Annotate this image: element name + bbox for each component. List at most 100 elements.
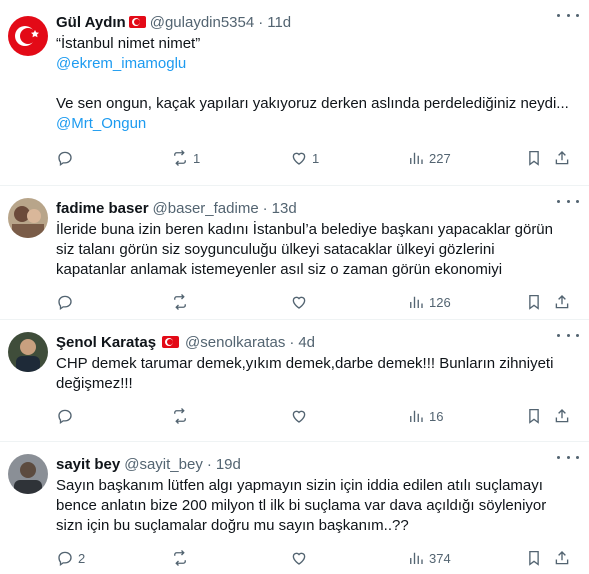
views-count: 126 bbox=[429, 294, 451, 310]
text-line: kapatanlar anlamak istemeyenler asıl siz… bbox=[56, 261, 503, 278]
timestamp[interactable]: 19d bbox=[216, 456, 241, 473]
reply-feed: Gül Aydın @gulaydin5354 · 11d “İstanbul … bbox=[0, 0, 589, 574]
separator: · bbox=[258, 13, 264, 31]
share-button[interactable] bbox=[553, 407, 571, 425]
bookmark-icon bbox=[525, 407, 543, 425]
mention-link[interactable]: @ekrem_imamoglu bbox=[56, 54, 589, 74]
like-button[interactable] bbox=[290, 407, 312, 425]
reposts-count: 1 bbox=[193, 150, 201, 166]
reply-icon bbox=[56, 549, 74, 567]
separator: · bbox=[206, 455, 212, 473]
display-name[interactable]: Şenol Karataş bbox=[56, 334, 156, 351]
views-button[interactable]: 227 bbox=[407, 149, 451, 167]
action-bar: 2 374 bbox=[56, 548, 589, 568]
bookmark-button[interactable] bbox=[525, 549, 543, 567]
share-button[interactable] bbox=[553, 293, 571, 311]
timestamp[interactable]: 4d bbox=[298, 334, 315, 351]
reply-button[interactable] bbox=[56, 149, 78, 167]
separator: · bbox=[262, 199, 268, 217]
tweet-text: CHP demek tarumar demek,yıkım demek,darb… bbox=[56, 354, 589, 394]
text-line: siz talanı görün siz soygunculuğu ülkeyi… bbox=[56, 241, 495, 258]
like-button[interactable] bbox=[290, 293, 312, 311]
bookmark-button[interactable] bbox=[525, 407, 543, 425]
timestamp[interactable]: 11d bbox=[267, 14, 291, 31]
turkey-flag-icon bbox=[162, 336, 180, 348]
repost-button[interactable]: 1 bbox=[171, 149, 200, 167]
username[interactable]: @sayit_bey bbox=[124, 456, 203, 473]
reply-icon bbox=[56, 407, 74, 425]
avatar[interactable] bbox=[8, 332, 48, 372]
like-icon bbox=[290, 293, 308, 311]
username[interactable]: @senolkaratas bbox=[185, 334, 285, 351]
views-count: 374 bbox=[429, 550, 451, 566]
username[interactable]: @gulaydin5354 bbox=[150, 14, 254, 31]
views-icon bbox=[407, 407, 425, 425]
repost-button[interactable] bbox=[171, 549, 193, 567]
like-button[interactable] bbox=[290, 549, 312, 567]
reply-icon bbox=[56, 149, 74, 167]
repost-button[interactable] bbox=[171, 407, 193, 425]
like-icon bbox=[290, 407, 308, 425]
action-bar: 16 bbox=[56, 406, 589, 426]
like-button[interactable]: 1 bbox=[290, 149, 319, 167]
text-line: “İstanbul nimet nimet” bbox=[56, 35, 201, 52]
bookmark-button[interactable] bbox=[525, 149, 543, 167]
display-name[interactable]: sayit bey bbox=[56, 456, 120, 473]
repost-button[interactable] bbox=[171, 293, 193, 311]
text-line: değişmez!!! bbox=[56, 375, 133, 392]
reply-button[interactable] bbox=[56, 407, 78, 425]
reply-icon bbox=[56, 293, 74, 311]
share-button[interactable] bbox=[553, 149, 571, 167]
text-line: CHP demek tarumar demek,yıkım demek,darb… bbox=[56, 355, 554, 372]
avatar[interactable] bbox=[8, 16, 48, 56]
views-button[interactable]: 374 bbox=[407, 549, 451, 567]
share-icon bbox=[553, 549, 571, 567]
repost-icon bbox=[171, 293, 189, 311]
bookmark-icon bbox=[525, 549, 543, 567]
text-line: Ve sen ongun, kaçak yapıları yakıyoruz d… bbox=[56, 95, 569, 112]
like-icon bbox=[290, 149, 308, 167]
tweet[interactable]: Şenol Karataş @senolkaratas · 4d CHP dem… bbox=[0, 320, 589, 442]
timestamp[interactable]: 13d bbox=[272, 200, 297, 217]
views-count: 227 bbox=[429, 150, 451, 166]
bookmark-button[interactable] bbox=[525, 293, 543, 311]
replies-count: 2 bbox=[78, 550, 86, 566]
mention-link[interactable]: @Mrt_Ongun bbox=[56, 114, 589, 134]
username[interactable]: @baser_fadime bbox=[153, 200, 259, 217]
avatar[interactable] bbox=[8, 198, 48, 238]
display-name[interactable]: fadime baser bbox=[56, 200, 149, 217]
tweet-text: “İstanbul nimet nimet” @ekrem_imamoglu V… bbox=[56, 34, 589, 134]
views-icon bbox=[407, 293, 425, 311]
views-count: 16 bbox=[429, 408, 444, 424]
bookmark-icon bbox=[525, 293, 543, 311]
bookmark-icon bbox=[525, 149, 543, 167]
text-line: Sayın başkanım lütfen algı yapmayın sizi… bbox=[56, 477, 543, 494]
more-icon[interactable] bbox=[557, 194, 579, 208]
tweet-header: Şenol Karataş @senolkaratas · 4d bbox=[56, 332, 589, 352]
tweet-header: fadime baser @baser_fadime · 13d bbox=[56, 198, 589, 218]
more-icon[interactable] bbox=[557, 8, 579, 22]
text-line bbox=[56, 74, 589, 94]
share-button[interactable] bbox=[553, 549, 571, 567]
tweet[interactable]: sayit bey @sayit_bey · 19d Sayın başkanı… bbox=[0, 442, 589, 574]
reply-button[interactable] bbox=[56, 293, 78, 311]
views-icon bbox=[407, 149, 425, 167]
display-name[interactable]: Gül Aydın bbox=[56, 14, 126, 31]
views-button[interactable]: 16 bbox=[407, 407, 443, 425]
more-icon[interactable] bbox=[557, 450, 579, 464]
tweet[interactable]: Gül Aydın @gulaydin5354 · 11d “İstanbul … bbox=[0, 0, 589, 186]
tweet-header: sayit bey @sayit_bey · 19d bbox=[56, 454, 589, 474]
like-icon bbox=[290, 549, 308, 567]
turkey-flag-icon bbox=[128, 16, 146, 28]
views-button[interactable]: 126 bbox=[407, 293, 451, 311]
repost-icon bbox=[171, 407, 189, 425]
views-icon bbox=[407, 549, 425, 567]
text-line: sizn için bu suçlamalar doğru mu sayın b… bbox=[56, 517, 409, 534]
reply-button[interactable]: 2 bbox=[56, 549, 85, 567]
tweet-text: Sayın başkanım lütfen algı yapmayın sizi… bbox=[56, 476, 589, 536]
text-line: bence anlatın bize 200 milyon tl ilk bi … bbox=[56, 497, 547, 514]
more-icon[interactable] bbox=[557, 328, 579, 342]
avatar[interactable] bbox=[8, 454, 48, 494]
tweet-text: İleride buna izin beren kadını İstanbul’… bbox=[56, 220, 589, 280]
tweet[interactable]: fadime baser @baser_fadime · 13d İleride… bbox=[0, 186, 589, 320]
